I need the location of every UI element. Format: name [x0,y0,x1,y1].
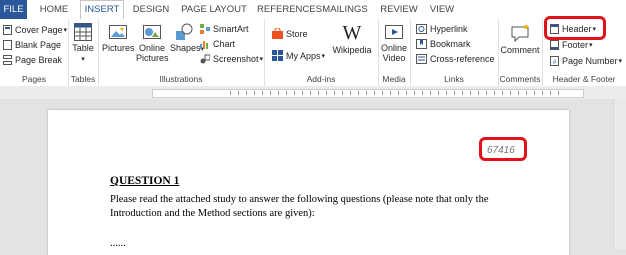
table-icon [74,23,92,41]
chevron-down-icon: ▾ [321,52,326,60]
tables-group-label: Tables [70,74,96,84]
pages-group: Cover Page ▾ Blank Page Page Break Pages [0,19,69,86]
table-button[interactable]: Table ▾ [70,23,96,65]
wikipedia-icon: W [342,22,362,44]
store-button[interactable]: Store [272,28,308,39]
page-number-button[interactable]: # Page Number ▾ [550,56,622,66]
cover-page-button[interactable]: Cover Page ▾ [3,25,67,35]
media-group: Online Video Media [378,19,411,86]
links-group: Hyperlink Bookmark Cross-reference Links [410,19,499,86]
online-video-button[interactable]: Online Video [379,23,409,63]
addins-group: Store My Apps ▾ W Wikipedia Add-ins [264,19,379,86]
document-trailing-text: ...... [110,238,126,249]
page-break-button[interactable]: Page Break [3,55,62,65]
tables-group: Table ▾ Tables [68,19,99,86]
pictures-icon [109,25,127,39]
page-number-icon: # [550,56,559,66]
vertical-scrollbar[interactable] [613,99,626,249]
tab-references[interactable]: REFERENCES [257,0,322,19]
document-paragraph-line-1: Please read the attached study to answer… [110,194,489,205]
my-apps-icon [272,50,283,61]
ruler-ticks [230,91,560,95]
chevron-down-icon: ▾ [63,27,68,34]
comments-group: Comment Comments [498,19,543,86]
document-page[interactable]: 67416 QUESTION 1 Please read the attache… [48,110,569,255]
store-icon [272,28,283,39]
blank-page-button[interactable]: Blank Page [3,40,61,50]
cover-page-icon [3,25,12,35]
ribbon-tab-bar: FILE HOME INSERT DESIGN PAGE LAYOUT REFE… [0,0,626,20]
bookmark-button[interactable]: Bookmark [416,39,471,49]
links-group-label: Links [444,74,464,84]
tab-file[interactable]: FILE [0,0,27,19]
footer-icon [550,40,559,50]
wikipedia-button[interactable]: W Wikipedia [330,23,374,55]
addins-group-label: Add-ins [306,74,336,84]
chevron-down-icon: ▾ [81,56,85,63]
smartart-button[interactable]: SmartArt [200,24,249,34]
smartart-icon [200,24,210,34]
chart-icon [200,41,208,49]
tab-mailings[interactable]: MAILINGS [320,0,370,19]
tab-view[interactable]: VIEW [428,0,456,19]
blank-page-icon [3,40,12,50]
tab-review[interactable]: REVIEW [380,0,418,19]
comment-button[interactable]: Comment [499,25,541,55]
comment-icon [511,25,529,43]
tab-page-layout[interactable]: PAGE LAYOUT [181,0,247,19]
chart-button[interactable]: Chart [200,39,235,49]
cross-reference-button[interactable]: Cross-reference [416,54,495,64]
header-number-highlight [479,137,527,161]
chevron-down-icon: ▾ [589,42,593,49]
hyperlink-icon [416,24,427,34]
footer-button[interactable]: Footer ▾ [550,40,593,50]
document-paragraph-line-2: Introduction and the Method sections are… [110,208,315,219]
media-group-label: Media [382,74,406,84]
pages-group-label: Pages [21,74,47,84]
tab-insert[interactable]: INSERT [80,0,124,20]
illustrations-group: Pictures Online Pictures Shapes▾ SmartAr… [98,19,265,86]
online-video-icon [385,25,403,39]
illustrations-group-label: Illustrations [159,74,203,84]
document-heading: QUESTION 1 [110,175,180,187]
chevron-down-icon: ▾ [259,56,264,63]
page-break-icon [3,55,12,65]
shapes-icon [176,23,193,40]
chevron-down-icon: ▾ [618,58,623,65]
tab-design[interactable]: DESIGN [131,0,171,19]
pictures-button[interactable]: Pictures [102,23,135,53]
hyperlink-button[interactable]: Hyperlink [416,24,468,34]
header-footer-group-label: Header & Footer [552,74,616,84]
header-button-highlight [544,16,606,40]
screenshot-icon [200,54,210,64]
screenshot-button[interactable]: Screenshot ▾ [200,54,263,64]
horizontal-ruler [0,86,626,99]
tab-home[interactable]: HOME [37,0,71,19]
online-pictures-button[interactable]: Online Pictures [136,23,169,63]
my-apps-button[interactable]: My Apps ▾ [272,50,325,61]
shapes-button[interactable]: Shapes▾ [170,23,204,55]
cross-reference-icon [416,54,427,64]
comments-group-label: Comments [499,74,541,84]
online-pictures-icon [143,25,161,39]
bookmark-icon [416,39,427,49]
ribbon: Cover Page ▾ Blank Page Page Break Pages … [0,19,626,87]
